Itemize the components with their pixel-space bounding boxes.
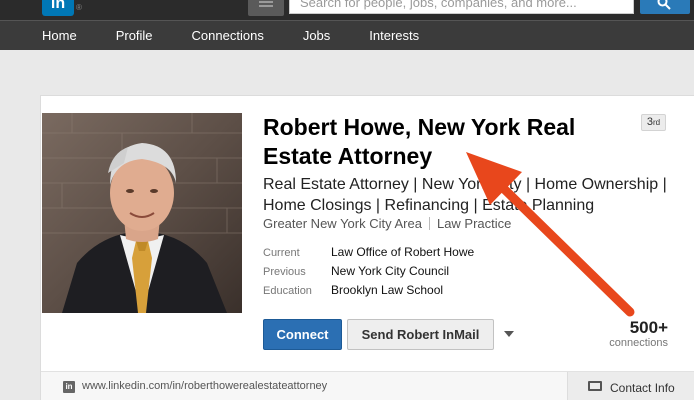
degree-suffix: rd — [653, 118, 661, 127]
chevron-down-icon[interactable] — [504, 331, 514, 337]
nav-profile[interactable]: Profile — [116, 28, 153, 43]
send-inmail-button[interactable]: Send Robert InMail — [347, 319, 494, 350]
search-icon — [657, 0, 671, 10]
connections-count: 500+ — [629, 318, 668, 337]
nav-connections[interactable]: Connections — [192, 28, 264, 43]
linkedin-small-icon: in — [63, 381, 75, 393]
previous-label: Previous — [263, 266, 306, 278]
education-value[interactable]: Brooklyn Law School — [331, 283, 443, 297]
contact-info-button[interactable]: Contact Info — [567, 372, 694, 400]
education-row: Education Brooklyn Law School — [263, 283, 443, 297]
nav-jobs[interactable]: Jobs — [303, 28, 330, 43]
search-placeholder: Search for people, jobs, companies, and … — [300, 0, 577, 10]
profile-photo[interactable] — [42, 113, 242, 313]
profile-name: Robert Howe, New York Real Estate Attorn… — [263, 114, 576, 169]
meta-divider — [428, 217, 430, 230]
current-row: Current Law Office of Robert Howe — [263, 245, 474, 259]
contact-info-label: Contact Info — [610, 381, 675, 395]
connect-button[interactable]: Connect — [263, 319, 342, 350]
main-nav: Home Profile Connections Jobs Interests — [0, 20, 694, 50]
connections-label: connections — [609, 337, 668, 349]
location-industry: Greater New York City Area Law Practice — [263, 216, 511, 231]
connection-degree-badge: 3rd — [641, 114, 666, 131]
public-profile-url[interactable]: www.linkedin.com/in/roberthowerealestate… — [82, 380, 327, 392]
current-label: Current — [263, 247, 300, 259]
industry-link[interactable]: Law Practice — [437, 216, 511, 231]
linkedin-logo[interactable]: in — [42, 0, 74, 16]
location-link[interactable]: Greater New York City Area — [263, 216, 422, 231]
logo-text: in — [50, 0, 66, 12]
search-input[interactable]: Search for people, jobs, companies, and … — [289, 0, 634, 14]
profile-footer: in www.linkedin.com/in/roberthowerealest… — [41, 371, 694, 400]
registered-mark: ® — [76, 3, 82, 12]
profile-headline: Real Estate Attorney | New York City | H… — [263, 176, 667, 214]
search-button[interactable] — [640, 0, 690, 14]
top-bar: in ® Search for people, jobs, companies,… — [0, 0, 694, 20]
menu-icon[interactable] — [248, 0, 284, 16]
contact-card-icon — [588, 381, 602, 391]
education-label: Education — [263, 285, 312, 297]
previous-value[interactable]: New York City Council — [331, 264, 449, 278]
previous-row: Previous New York City Council — [263, 264, 449, 278]
nav-interests[interactable]: Interests — [369, 28, 419, 43]
current-value[interactable]: Law Office of Robert Howe — [331, 245, 474, 259]
nav-home[interactable]: Home — [42, 28, 77, 43]
